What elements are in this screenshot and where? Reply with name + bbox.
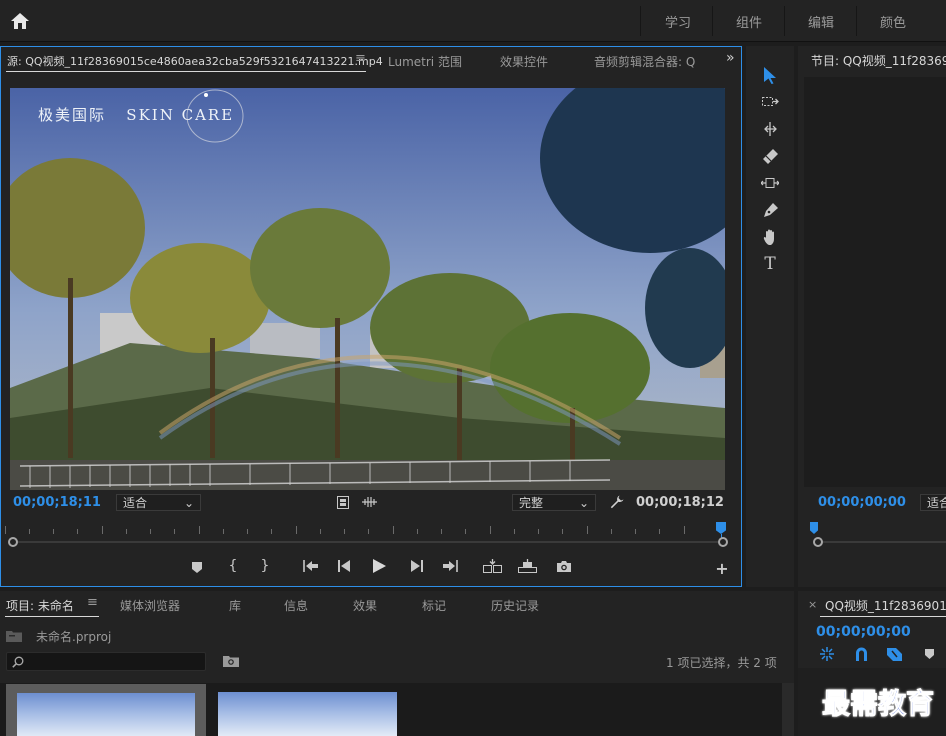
active-tab-underline bbox=[820, 616, 946, 617]
tab-effects[interactable]: 效果 bbox=[353, 597, 377, 614]
button-editor-plus-icon[interactable]: + bbox=[715, 559, 729, 578]
program-video-frame[interactable] bbox=[804, 77, 946, 487]
tab-project[interactable]: 项目: 未命名 bbox=[6, 597, 74, 614]
step-back-icon[interactable] bbox=[337, 559, 353, 573]
wrench-settings-icon[interactable] bbox=[609, 494, 625, 510]
program-scrollbar-handle[interactable] bbox=[813, 537, 823, 547]
timeline-sequence-tab[interactable]: QQ视频_11f28369015ce bbox=[825, 597, 946, 614]
source-video-frame[interactable]: 极美国际 SKIN CARE bbox=[10, 88, 725, 490]
scrollbar-start-handle[interactable] bbox=[8, 537, 18, 547]
hand-tool-icon[interactable] bbox=[760, 227, 780, 247]
project-menu-icon[interactable]: ≡ bbox=[87, 595, 98, 610]
add-marker-icon[interactable] bbox=[190, 560, 204, 574]
step-forward-icon[interactable] bbox=[408, 559, 424, 573]
timeline-timecode[interactable]: 00;00;00;00 bbox=[816, 624, 911, 640]
mark-in-icon[interactable]: { bbox=[226, 558, 240, 574]
clip-thumbnail bbox=[17, 693, 195, 736]
tab-effect-controls[interactable]: 效果控件 bbox=[500, 53, 548, 70]
tab-lumetri-scopes[interactable]: Lumetri 范围 bbox=[388, 53, 462, 70]
source-playhead[interactable] bbox=[716, 522, 726, 534]
workspace-editing[interactable]: 编辑 bbox=[808, 12, 834, 31]
active-tab-underline bbox=[6, 71, 366, 72]
home-icon[interactable] bbox=[8, 9, 32, 33]
program-zoom-value: 适合 bbox=[927, 496, 946, 510]
pen-tool-icon[interactable] bbox=[760, 200, 780, 220]
video-watermark-text: 极美国际 SKIN CARE bbox=[38, 106, 235, 124]
project-search-input[interactable] bbox=[27, 654, 202, 669]
tab-markers[interactable]: 标记 bbox=[422, 597, 446, 614]
source-current-timecode[interactable]: 00;00;18;11 bbox=[13, 495, 101, 510]
nest-sequence-icon[interactable] bbox=[819, 646, 835, 662]
track-select-tool-icon[interactable] bbox=[760, 92, 780, 112]
drag-video-audio-icon[interactable] bbox=[361, 495, 377, 509]
new-search-bin-icon[interactable] bbox=[222, 654, 240, 668]
source-zoom-select[interactable]: 适合 ⌄ bbox=[116, 494, 201, 511]
project-search-field[interactable] bbox=[6, 652, 206, 671]
project-item-selected[interactable] bbox=[6, 684, 206, 736]
play-icon[interactable] bbox=[371, 558, 387, 574]
project-folder-icon bbox=[6, 629, 22, 643]
program-zoom-select[interactable]: 适合 bbox=[920, 494, 946, 511]
brand-watermark-logo: 最需教育 bbox=[821, 687, 935, 721]
linked-selection-icon[interactable] bbox=[886, 646, 902, 662]
mark-out-icon[interactable]: } bbox=[258, 558, 272, 574]
selection-tool-icon[interactable] bbox=[760, 65, 780, 85]
project-scrollbar[interactable] bbox=[782, 683, 794, 736]
tab-info[interactable]: 信息 bbox=[284, 597, 308, 614]
tab-source[interactable]: 源: QQ视频_11f28369015ce4860aea32cba529f532… bbox=[7, 53, 383, 69]
workspace-color[interactable]: 颜色 bbox=[880, 12, 906, 31]
program-current-timecode[interactable]: 00;00;00;00 bbox=[818, 495, 906, 510]
playback-resolution-select[interactable]: 完整 ⌄ bbox=[512, 494, 596, 511]
program-zoom-scrollbar[interactable] bbox=[818, 541, 946, 543]
project-item[interactable] bbox=[218, 692, 397, 736]
tab-history[interactable]: 历史记录 bbox=[491, 597, 539, 614]
panel-menu-icon[interactable]: ≡ bbox=[355, 51, 366, 66]
snap-magnet-icon[interactable] bbox=[853, 646, 869, 662]
project-file-name: 未命名.prproj bbox=[36, 630, 112, 644]
tab-audio-clip-mixer[interactable]: 音频剪辑混合器: Q bbox=[594, 53, 695, 70]
safe-margins-icon[interactable] bbox=[336, 495, 350, 509]
razor-tool-icon[interactable] bbox=[760, 146, 780, 166]
workspace-assembly[interactable]: 组件 bbox=[736, 12, 762, 31]
ripple-edit-tool-icon[interactable] bbox=[760, 119, 780, 139]
export-frame-camera-icon[interactable] bbox=[555, 558, 573, 574]
playback-resolution-value: 完整 bbox=[519, 496, 544, 510]
panel-overflow-icon[interactable]: » bbox=[726, 50, 735, 66]
go-to-out-icon[interactable] bbox=[441, 559, 459, 573]
go-to-in-icon[interactable] bbox=[302, 559, 320, 573]
timeline-marker-icon[interactable] bbox=[922, 647, 936, 661]
search-icon bbox=[12, 656, 24, 668]
selection-status: 1 项已选择，共 2 项 bbox=[666, 656, 777, 670]
source-zoom-value: 适合 bbox=[123, 496, 148, 510]
scrollbar-end-handle[interactable] bbox=[718, 537, 728, 547]
slip-tool-icon[interactable] bbox=[760, 173, 780, 193]
source-zoom-scrollbar[interactable] bbox=[13, 541, 723, 543]
program-monitor-title[interactable]: 节目: QQ视频_11f2836901 bbox=[811, 52, 946, 69]
active-tab-underline bbox=[5, 616, 99, 617]
workspace-bar: 学习 组件 编辑 颜色 bbox=[0, 0, 946, 42]
type-tool-icon[interactable]: T bbox=[760, 254, 780, 274]
video-scene-image bbox=[10, 88, 725, 490]
timeline-close-icon[interactable]: × bbox=[808, 598, 817, 611]
chevron-down-icon: ⌄ bbox=[578, 495, 589, 510]
overwrite-icon[interactable] bbox=[517, 558, 537, 574]
chevron-down-icon: ⌄ bbox=[183, 495, 194, 510]
premiere-window: 学习 组件 编辑 颜色 源: QQ视频_11f28369015ce4860aea… bbox=[0, 0, 946, 736]
workspace-learn[interactable]: 学习 bbox=[665, 12, 691, 31]
source-duration-timecode: 00;00;18;12 bbox=[636, 495, 724, 510]
insert-icon[interactable] bbox=[482, 558, 502, 574]
tab-libraries[interactable]: 库 bbox=[229, 597, 241, 614]
tab-media-browser[interactable]: 媒体浏览器 bbox=[120, 597, 180, 614]
